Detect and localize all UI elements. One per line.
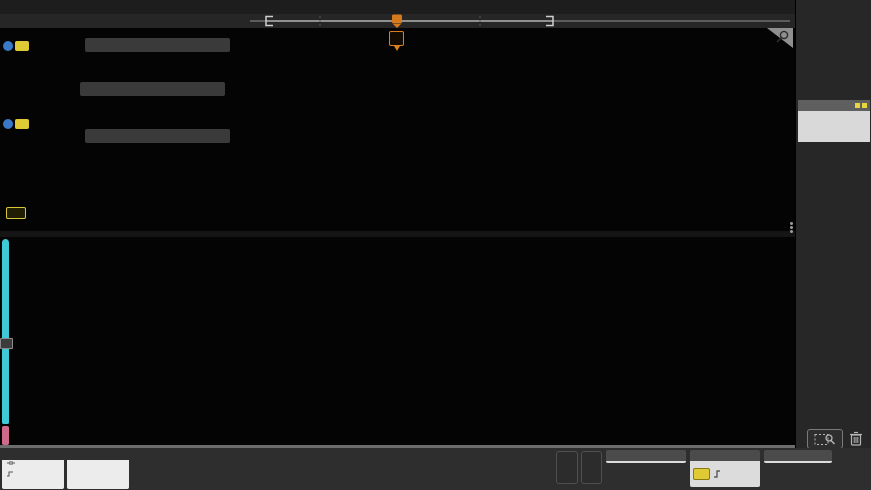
oscilloscope-app [0, 0, 871, 490]
cursor-a-badge[interactable] [3, 41, 13, 51]
delete-button[interactable] [847, 429, 865, 447]
cursor-delta-readout[interactable] [80, 82, 225, 96]
dvm-button[interactable] [556, 451, 578, 484]
cursor-b-channel-badge [15, 119, 29, 129]
trash-icon [849, 431, 863, 446]
trigger-position-flag[interactable] [389, 31, 404, 46]
coupling-icon [6, 460, 64, 470]
horizontal-title [606, 450, 686, 461]
right-sidebar [795, 0, 871, 448]
channel2-badge[interactable] [67, 449, 129, 489]
trigger-flag-tail [394, 46, 400, 51]
zoom-mode-button[interactable] [807, 429, 843, 449]
channel1-title [2, 449, 64, 460]
minimap-trigger-marker-icon[interactable] [392, 15, 402, 29]
meas1-badge[interactable] [798, 111, 870, 142]
acquisition-title [764, 450, 832, 461]
meas1-source-dot [862, 103, 867, 108]
waveform-view-tab-strip [0, 14, 795, 28]
cursor-a-channel-badge [15, 41, 29, 51]
bandwidth-icon [6, 470, 14, 477]
channel2-title [67, 449, 129, 460]
channel1-badge[interactable] [2, 449, 64, 489]
zoom-box-icon [814, 433, 836, 446]
meas1-source-dot [855, 103, 860, 108]
cursor-b-badge[interactable] [3, 119, 13, 129]
digital-waveform-view[interactable] [0, 237, 795, 445]
corner-zoom-icon[interactable] [765, 28, 793, 48]
meas1-header[interactable] [798, 100, 870, 111]
channel1-ground-marker[interactable] [6, 207, 26, 219]
acquisition-panel[interactable] [764, 450, 832, 463]
bus-group-handle[interactable] [2, 426, 9, 445]
zoom-overview-minimap[interactable] [0, 14, 795, 28]
triggered-status-badge [836, 452, 869, 471]
trigger-title [690, 450, 760, 461]
trigger-source-badge [693, 468, 710, 480]
channel1-bandwidth [6, 470, 64, 480]
cursor-a-readout[interactable] [85, 38, 230, 52]
rising-edge-icon [713, 469, 722, 479]
digital-threshold-marker [0, 338, 13, 349]
menu-bar [0, 0, 795, 15]
digital-plot [0, 237, 795, 445]
digital-group-handle[interactable] [2, 239, 9, 424]
splitter-drag-handle[interactable] [789, 221, 794, 234]
afg-button[interactable] [581, 451, 602, 484]
horizontal-panel[interactable] [606, 450, 686, 463]
trigger-panel[interactable] [690, 450, 760, 487]
cursor-b-readout[interactable] [85, 129, 230, 143]
bottom-settings-bar [0, 448, 871, 490]
